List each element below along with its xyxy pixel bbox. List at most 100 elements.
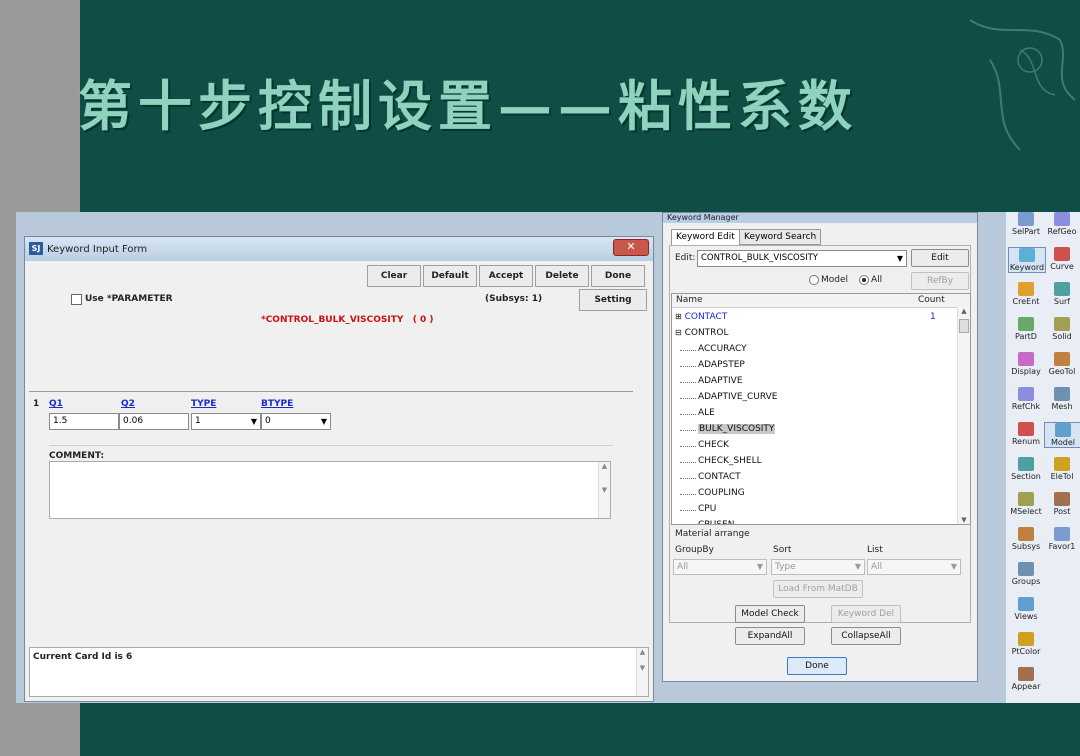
toolbar-selpart-button[interactable]: SelPart (1008, 212, 1044, 236)
done-button[interactable]: Done (591, 265, 645, 287)
toolbar-geotol-button[interactable]: GeoTol (1044, 352, 1080, 376)
column-name-header[interactable]: Name (676, 295, 703, 305)
refgeo-icon (1054, 212, 1070, 226)
close-button[interactable]: ✕ (613, 239, 649, 256)
toolbar-views-button[interactable]: Views (1008, 597, 1044, 621)
groupby-select[interactable]: All ▼ (673, 559, 767, 575)
toolbar-ptcolor-button[interactable]: PtColor (1008, 632, 1044, 656)
use-parameter-checkbox[interactable] (71, 294, 82, 305)
keyword-input-form-window: SJ Keyword Input Form ✕ Clear Default Ac… (24, 236, 654, 702)
toolbar-mselect-button[interactable]: MSelect (1008, 492, 1044, 516)
edit-button[interactable]: Edit (911, 249, 969, 267)
toolbar-label: PtColor (1011, 647, 1041, 656)
radio-all[interactable] (859, 275, 869, 285)
window-titlebar[interactable]: SJ Keyword Input Form ✕ (25, 237, 653, 261)
window-titlebar[interactable]: Keyword Manager (663, 213, 977, 223)
keyword-manager-done-button[interactable]: Done (787, 657, 847, 675)
solid-icon (1054, 317, 1070, 331)
toolbar-appear-button[interactable]: Appear (1008, 667, 1044, 691)
scroll-down-icon[interactable]: ▼ (958, 516, 970, 524)
toolbar-refchk-button[interactable]: RefChk (1008, 387, 1044, 411)
toolbar-label: Display (1011, 367, 1041, 376)
toolbar-partd-button[interactable]: PartD (1008, 317, 1044, 341)
window-title: Keyword Manager (667, 213, 739, 222)
tree-node-cpu[interactable]: CPU (698, 504, 716, 514)
scroll-up-icon[interactable]: ▲ (958, 307, 970, 315)
accept-button[interactable]: Accept (479, 265, 533, 287)
btype-select[interactable]: 0 ▼ (261, 413, 331, 430)
list-select[interactable]: All ▼ (867, 559, 961, 575)
type-select[interactable]: 1 ▼ (191, 413, 261, 430)
clear-button[interactable]: Clear (367, 265, 421, 287)
curve-icon (1054, 247, 1070, 261)
tree-node-contact[interactable]: CONTACT (698, 472, 741, 482)
tree-count: 1 (930, 312, 936, 322)
tree-node-accuracy[interactable]: ACCURACY (698, 344, 747, 354)
status-scrollbar[interactable]: ▲ ▼ (636, 648, 648, 696)
toolbar-model-button[interactable]: Model (1044, 422, 1080, 448)
toolbar-label: CreEnt (1012, 297, 1040, 306)
tree-node-ale[interactable]: ALE (698, 408, 715, 418)
load-from-matdb-button[interactable]: Load From MatDB (773, 580, 863, 598)
toolbar-keyword-button[interactable]: Keyword (1008, 247, 1046, 273)
toolbar-post-button[interactable]: Post (1044, 492, 1080, 516)
collapse-all-button[interactable]: CollapseAll (831, 627, 901, 645)
collapse-icon[interactable]: ⊟ (675, 328, 682, 337)
btype-header-link[interactable]: BTYPE (261, 399, 293, 409)
right-toolbar: SelPart Keyword CreEnt PartD Display RefChk Re… (1006, 212, 1080, 703)
tab-keyword-search[interactable]: Keyword Search (739, 229, 822, 245)
sort-select[interactable]: Type ▼ (771, 559, 865, 575)
edit-keyword-select[interactable]: CONTROL_BULK_VISCOSITY ▼ (697, 250, 907, 267)
tree-node-check[interactable]: CHECK (698, 440, 729, 450)
q2-header-link[interactable]: Q2 (121, 399, 135, 409)
tree-node-bulk-viscosity[interactable]: BULK_VISCOSITY (698, 424, 776, 434)
tree-node-adapstep[interactable]: ADAPSTEP (698, 360, 745, 370)
model-check-button[interactable]: Model Check (735, 605, 805, 623)
toolbar-surf-button[interactable]: Surf (1044, 282, 1080, 306)
setting-button[interactable]: Setting (579, 289, 647, 311)
tree-node-coupling[interactable]: COUPLING (698, 488, 745, 498)
comment-scrollbar[interactable]: ▲ ▼ (598, 462, 610, 518)
comment-textarea[interactable]: ▲ ▼ (49, 461, 611, 519)
toolbar-display-button[interactable]: Display (1008, 352, 1044, 376)
type-header-link[interactable]: TYPE (191, 399, 216, 409)
default-button[interactable]: Default (423, 265, 477, 287)
toolbar-creent-button[interactable]: CreEnt (1008, 282, 1044, 306)
tree-scrollbar[interactable]: ▲ ▼ (957, 307, 970, 524)
toolbar-renum-button[interactable]: Renum (1008, 422, 1044, 446)
delete-button[interactable]: Delete (535, 265, 589, 287)
keyword-del-button[interactable]: Keyword Del (831, 605, 901, 623)
column-count-header[interactable]: Count (918, 295, 945, 305)
q2-field[interactable]: 0.06 (119, 413, 189, 430)
toolbar-label: RefGeo (1047, 227, 1077, 236)
tree-node-check-shell[interactable]: CHECK_SHELL (698, 456, 762, 466)
tree-connector (680, 350, 696, 351)
q1-header-link[interactable]: Q1 (49, 399, 63, 409)
type-value: 1 (195, 416, 201, 426)
toolbar-solid-button[interactable]: Solid (1044, 317, 1080, 341)
scroll-thumb[interactable] (959, 319, 969, 333)
toolbar-groups-button[interactable]: Groups (1008, 562, 1044, 586)
toolbar-subsys-button[interactable]: Subsys (1008, 527, 1044, 551)
tab-keyword-edit[interactable]: Keyword Edit (671, 229, 740, 246)
toolbar-favor1-button[interactable]: Favor1 (1044, 527, 1080, 551)
refby-button[interactable]: RefBy (911, 272, 969, 290)
toolbar-curve-button[interactable]: Curve (1044, 247, 1080, 271)
model-icon (1055, 423, 1071, 437)
tree-node-adaptive[interactable]: ADAPTIVE (698, 376, 743, 386)
tree-node-cpusen[interactable]: CPUSEN (698, 520, 734, 524)
toolbar-eletol-button[interactable]: EleTol (1044, 457, 1080, 481)
favor1-icon (1054, 527, 1070, 541)
keyword-tree[interactable]: Name Count ⊞ CONTACT 1 ⊟ CONTROL ACCURAC… (671, 293, 971, 525)
toolbar-section-button[interactable]: Section (1008, 457, 1044, 481)
q1-field[interactable]: 1.5 (49, 413, 119, 430)
tree-node-contact[interactable]: ⊞ CONTACT (675, 312, 727, 322)
tree-node-control[interactable]: ⊟ CONTROL (675, 328, 729, 338)
expand-all-button[interactable]: ExpandAll (735, 627, 805, 645)
radio-model[interactable] (809, 275, 819, 285)
selpart-icon (1018, 212, 1034, 226)
tree-node-adaptive-curve[interactable]: ADAPTIVE_CURVE (698, 392, 777, 402)
toolbar-refgeo-button[interactable]: RefGeo (1044, 212, 1080, 236)
toolbar-mesh-button[interactable]: Mesh (1044, 387, 1080, 411)
expand-icon[interactable]: ⊞ (675, 312, 682, 321)
